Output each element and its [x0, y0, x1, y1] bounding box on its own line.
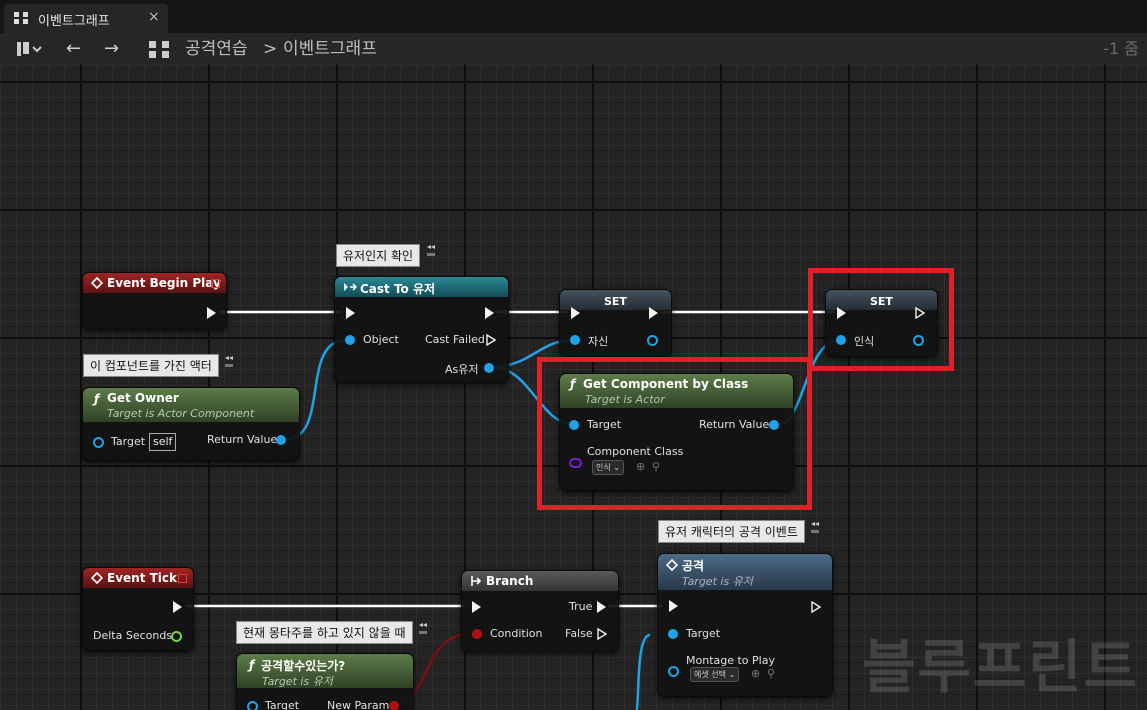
exec-in-pin[interactable] [346, 307, 355, 319]
exec-out-pin[interactable] [811, 601, 821, 613]
pin-label-target: Target [265, 699, 300, 710]
node-title: Event Begin Play [107, 276, 221, 290]
branch-icon [471, 576, 482, 586]
pin-label-true: True [569, 600, 593, 613]
dropdown-value: 에셋 선택 [694, 670, 726, 679]
use-selected-icon[interactable]: ⊕ [751, 667, 760, 680]
pin-label-delta-seconds: Delta Seconds [93, 629, 173, 642]
exec-in-pin[interactable] [472, 601, 481, 613]
object-input-pin[interactable] [345, 335, 355, 345]
target-input-pin[interactable] [247, 701, 258, 710]
graph-canvas[interactable]: Event Begin Play 유저인지 확인 Cast To 유저 Obje… [0, 65, 1147, 710]
node-title: 공격 [682, 559, 705, 573]
can-attack-node[interactable]: ƒ 공격할수있는가? Target is 유저 Target New Param [236, 653, 414, 710]
branch-node[interactable]: Branch True Condition False [461, 570, 619, 652]
node-title: Event Tick [107, 571, 178, 585]
collapse-arrow-icon[interactable] [418, 622, 427, 636]
node-subtitle: Target is Actor Component [107, 407, 255, 420]
as-user-output-pin[interactable] [484, 363, 494, 373]
close-icon[interactable]: × [148, 9, 160, 25]
cast-icon [344, 283, 357, 291]
tab-event-graph[interactable]: 이벤트그래프 × [4, 4, 168, 33]
toolbar: ← → 공격연습 > 이벤트그래프 -1 줌 [0, 33, 1147, 65]
pin-label-return-value: Return Value [207, 433, 278, 446]
chevron-down-icon: ⌄ [728, 670, 736, 679]
forward-arrow-icon[interactable]: → [104, 37, 119, 61]
delegate-pin[interactable] [211, 279, 220, 288]
exec-out-pin[interactable] [649, 307, 658, 319]
get-owner-node[interactable]: ƒ Get Owner Target is Actor Component Ta… [82, 387, 300, 461]
pin-label-montage: Montage to Play [686, 654, 775, 667]
function-icon: ƒ [249, 658, 255, 672]
collapse-arrow-icon[interactable] [810, 521, 819, 535]
delegate-pin[interactable] [178, 574, 187, 583]
zoom-level: -1 줌 [1103, 39, 1139, 58]
node-subtitle: Target is 유저 [682, 575, 753, 588]
node-title: Get Owner [107, 391, 179, 405]
montage-dropdown[interactable]: 에셋 선택 ⌄ [690, 667, 740, 682]
comment-bubble[interactable]: 유저 캐릭터의 공격 이벤트 [658, 520, 805, 543]
pin-label-target: Target [686, 627, 721, 640]
true-exec-pin[interactable] [597, 601, 606, 613]
collapse-arrow-icon[interactable] [224, 355, 233, 369]
back-arrow-icon[interactable]: ← [66, 37, 81, 61]
node-title: 공격할수있는가? [261, 659, 346, 673]
pin-label-as-user: As유저 [445, 363, 479, 376]
exec-in-pin[interactable] [669, 600, 678, 612]
pin-label-self: 자신 [588, 335, 609, 348]
target-input-pin[interactable] [93, 437, 104, 448]
new-param-output-pin[interactable] [389, 701, 399, 710]
highlight-box-get-component [537, 357, 812, 510]
target-self-field[interactable]: self [149, 433, 177, 451]
attack-function-node[interactable]: 공격 Target is 유저 Target Montage to Play 에… [657, 553, 833, 697]
exec-out-pin[interactable] [207, 307, 216, 319]
node-title: SET [604, 295, 627, 308]
pin-label-new-param: New Param [327, 699, 390, 710]
watermark: 블루프린트 [862, 633, 1139, 701]
exec-in-pin[interactable] [571, 307, 580, 319]
pin-label-object: Object [363, 333, 399, 346]
cast-to-node[interactable]: Cast To 유저 Object Cast Failed As유저 [334, 276, 509, 383]
self-output-pin[interactable] [647, 335, 658, 346]
self-input-pin[interactable] [570, 335, 580, 345]
set-self-node[interactable]: SET 자신 [559, 289, 672, 357]
exec-out-pin[interactable] [485, 307, 494, 319]
search-icon[interactable]: ⚲ [767, 667, 775, 680]
highlight-box-set-perception [808, 268, 954, 371]
event-icon [666, 559, 678, 571]
event-begin-play-node[interactable]: Event Begin Play [82, 272, 227, 330]
condition-input-pin[interactable] [472, 629, 482, 639]
delta-seconds-pin[interactable] [171, 631, 182, 642]
node-title: Cast To 유저 [360, 282, 436, 296]
graph-icon [14, 12, 28, 24]
comment-bubble[interactable]: 이 컴포넌트를 가진 액터 [83, 354, 219, 377]
exec-out-pin[interactable] [173, 601, 182, 613]
montage-input-pin[interactable] [668, 666, 679, 677]
graph-icon [148, 37, 170, 61]
node-title: Branch [486, 574, 534, 588]
false-exec-pin[interactable] [597, 628, 607, 640]
breadcrumb-root[interactable]: 공격연습 [185, 37, 248, 61]
collapse-arrow-icon[interactable] [426, 244, 435, 258]
comment-bubble[interactable]: 유저인지 확인 [336, 244, 421, 267]
bookmark-icon[interactable] [16, 37, 42, 61]
event-tick-node[interactable]: Event Tick Delta Seconds [82, 567, 194, 651]
return-value-pin[interactable] [276, 435, 286, 445]
cast-failed-exec-pin[interactable] [486, 334, 496, 346]
function-icon: ƒ [94, 392, 100, 406]
tab-bar: 이벤트그래프 × [0, 0, 1147, 33]
pin-label-false: False [565, 627, 593, 640]
comment-bubble[interactable]: 현재 몽타주를 하고 있지 않을 때 [236, 621, 413, 644]
breadcrumb-separator: > [263, 39, 278, 59]
event-icon [91, 572, 103, 584]
pin-label-condition: Condition [490, 627, 543, 640]
pin-label-cast-failed: Cast Failed [425, 333, 485, 346]
node-subtitle: Target is 유저 [262, 675, 333, 688]
breadcrumb-leaf[interactable]: 이벤트그래프 [283, 37, 377, 61]
tab-label: 이벤트그래프 [38, 14, 110, 29]
event-icon [91, 277, 103, 289]
pin-label-target: Target [111, 435, 146, 448]
target-input-pin[interactable] [668, 629, 678, 639]
